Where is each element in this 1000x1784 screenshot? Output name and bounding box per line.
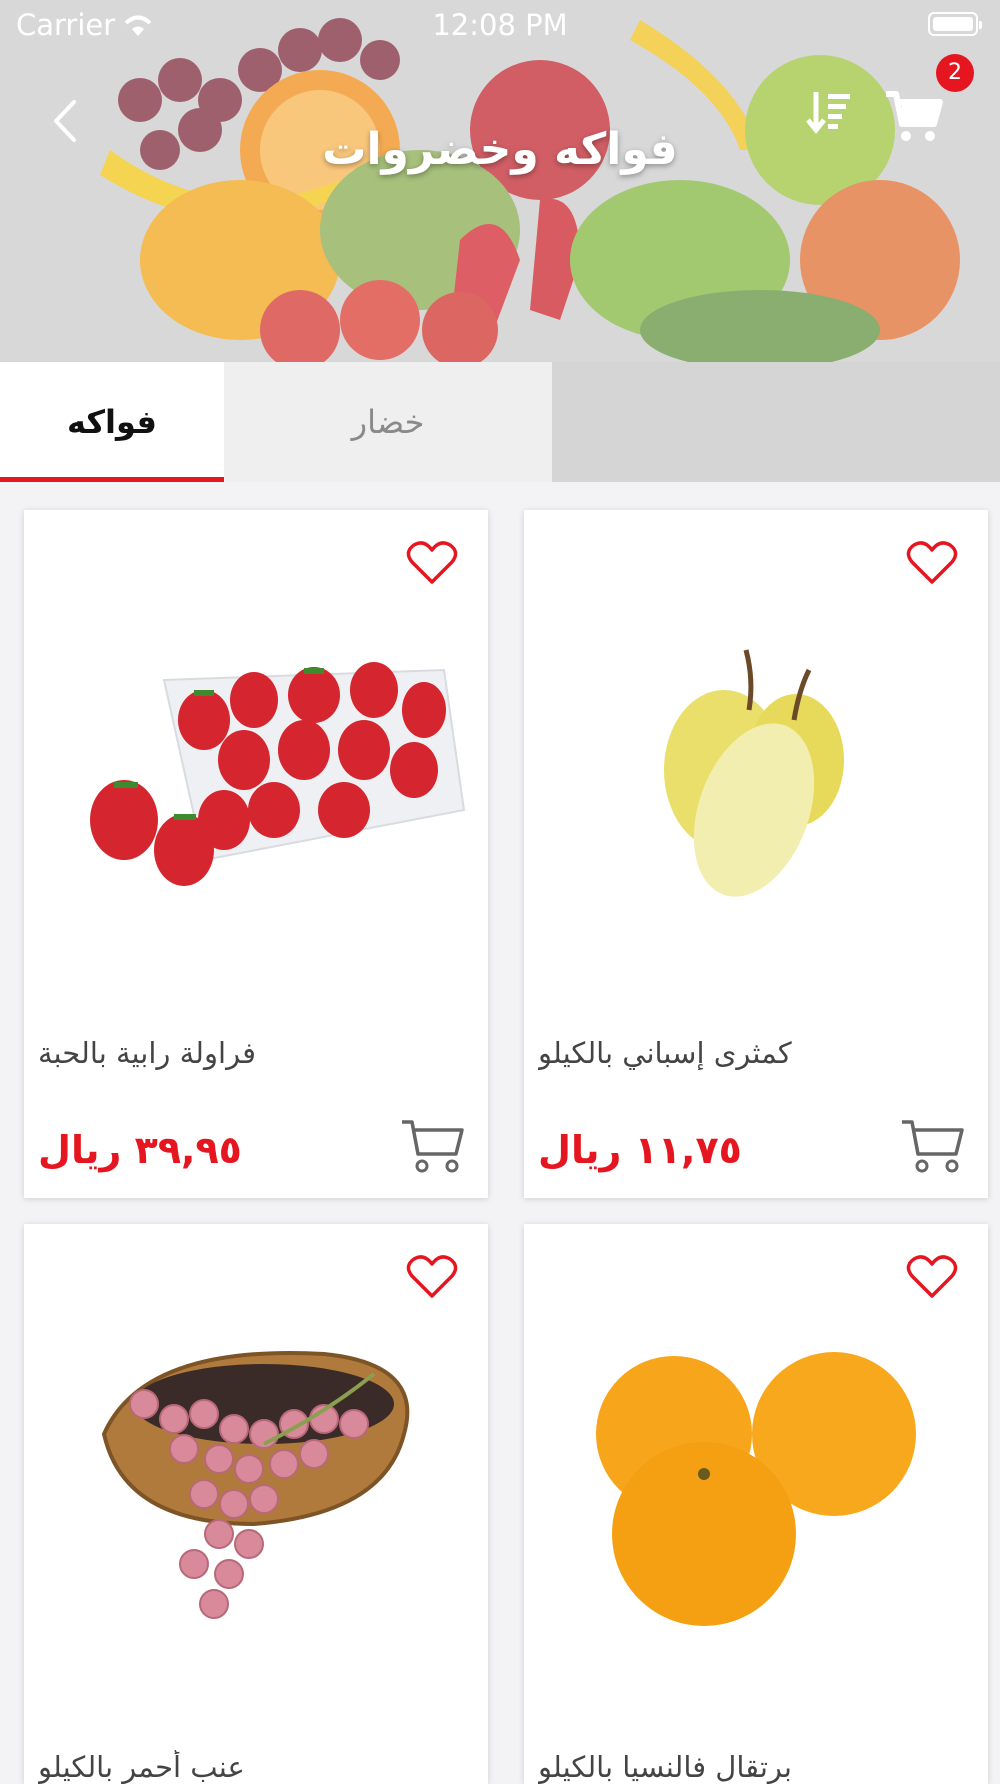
status-bar: Carrier 12:08 PM (0, 0, 1000, 52)
clock: 12:08 PM (432, 8, 568, 42)
cart-count-badge: 2 (936, 54, 974, 92)
oranges-image (596, 1352, 916, 1626)
sort-icon[interactable] (806, 88, 854, 136)
tab-label: فواكه (67, 403, 157, 441)
strawberries-image (90, 662, 466, 886)
add-to-cart-icon[interactable] (400, 1118, 466, 1174)
battery-icon (928, 12, 982, 36)
product-price: ١١,٧٥ ريال (538, 1128, 742, 1172)
banner-overlay (0, 0, 1000, 362)
category-header-banner: Carrier 12:08 PM فواكه وخضروات 2 (0, 0, 1000, 362)
cart-icon[interactable] (884, 88, 944, 144)
favorite-heart-icon[interactable] (406, 540, 458, 586)
product-card[interactable]: برتقال فالنسيا بالكيلو (524, 1224, 988, 1784)
product-name: عنب أحمر بالكيلو (38, 1750, 245, 1784)
product-card[interactable]: فراولة رابية بالحبة ٣٩,٩٥ ريال (24, 510, 488, 1198)
tab-vegetables[interactable]: خضار (224, 362, 552, 482)
product-name: فراولة رابية بالحبة (38, 1036, 256, 1070)
favorite-heart-icon[interactable] (906, 540, 958, 586)
product-card[interactable]: عنب أحمر بالكيلو (24, 1224, 488, 1784)
product-name: كمثرى إسباني بالكيلو (538, 1036, 792, 1070)
active-tab-indicator (0, 477, 224, 482)
category-tabs: فواكه خضار (0, 362, 1000, 482)
favorite-heart-icon[interactable] (906, 1254, 958, 1300)
product-price: ٣٩,٩٥ ريال (38, 1128, 242, 1172)
tab-label: خضار (351, 403, 425, 441)
pears-image (664, 649, 844, 897)
add-to-cart-icon[interactable] (900, 1118, 966, 1174)
product-name: برتقال فالنسيا بالكيلو (538, 1750, 792, 1784)
favorite-heart-icon[interactable] (406, 1254, 458, 1300)
red-grapes-image (101, 1351, 410, 1619)
product-card[interactable]: كمثرى إسباني بالكيلو ١١,٧٥ ريال (524, 510, 988, 1198)
tab-fruits[interactable]: فواكه (0, 362, 224, 482)
